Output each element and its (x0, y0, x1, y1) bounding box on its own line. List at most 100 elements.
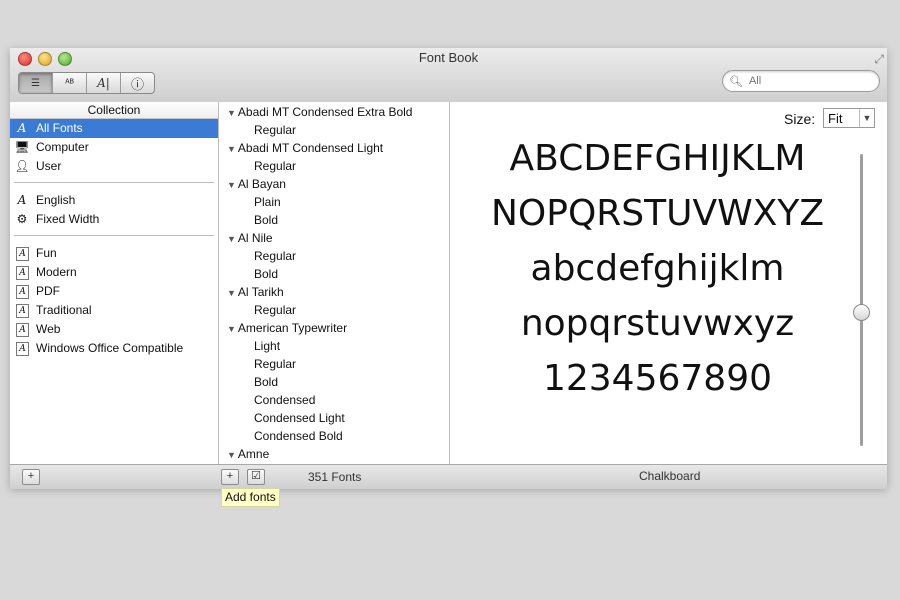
window-title: Font Book (418, 50, 479, 65)
collection-icon: A (16, 284, 29, 299)
collection-item-label: Fun (36, 246, 57, 260)
preview-line-uppercase-1: ABCDEFGHIJKLM (509, 138, 806, 179)
collection-item[interactable]: A All Fonts (10, 119, 218, 138)
font-family-label: Al Bayan (237, 177, 286, 191)
sample-view-icon[interactable]: ᴬᴮ (53, 73, 87, 93)
collection-icon: A (16, 341, 29, 356)
title-bar: Font Book ⤢ ☰ ᴬᴮ A| ⓘ 🔍︎ (10, 48, 887, 103)
collection-separator (14, 235, 214, 236)
font-face-row[interactable]: Regular (219, 121, 449, 139)
collection-item-label: Computer (36, 140, 89, 154)
collection-item[interactable]: A PDF (10, 282, 218, 301)
collection-item[interactable]: A Windows Office Compatible (10, 339, 218, 358)
chevron-down-icon: ▼ (859, 109, 874, 127)
font-face-row[interactable]: Bold (219, 373, 449, 391)
font-icon: A (17, 193, 27, 207)
search-field[interactable]: 🔍︎ (722, 70, 880, 92)
collection-item[interactable]: A English (10, 191, 218, 210)
collection-item[interactable]: 🖥︎ Computer (10, 138, 218, 157)
collection-item[interactable]: A Modern (10, 263, 218, 282)
collection-item-label: Web (36, 322, 61, 336)
font-family-row[interactable]: ▼ Amne (219, 445, 449, 463)
gear-icon: ⚙ (16, 212, 28, 226)
add-fonts-button[interactable]: + (221, 469, 239, 485)
disclosure-triangle-icon[interactable]: ▼ (227, 450, 236, 460)
collection-item-label: English (36, 193, 76, 207)
font-family-row[interactable]: ▼ Abadi MT Condensed Light (219, 139, 449, 157)
collection-item-label: Traditional (36, 303, 92, 317)
font-icon: A (17, 121, 27, 135)
font-family-label: Al Tarikh (237, 285, 284, 299)
font-family-label: Al Nile (237, 231, 273, 245)
size-slider-track[interactable] (860, 154, 863, 446)
font-face-row[interactable]: Bold (219, 265, 449, 283)
font-list: ▼ Abadi MT Condensed Extra Bold Regular ▼ Ab… (219, 102, 449, 463)
font-family-row[interactable]: ▼ American Typewriter (219, 319, 449, 337)
disclosure-triangle-icon[interactable]: ▼ (227, 324, 236, 334)
font-book-window: Font Book ⤢ ☰ ᴬᴮ A| ⓘ 🔍︎ Collection A All… (10, 48, 887, 489)
disclosure-triangle-icon[interactable]: ▼ (227, 288, 236, 298)
user-icon: 👤︎ (14, 159, 30, 173)
font-face-row[interactable]: Bold (219, 211, 449, 229)
disclosure-triangle-icon[interactable]: ▼ (227, 108, 236, 118)
add-collection-button[interactable]: + (22, 469, 40, 485)
font-face-row[interactable]: Condensed Light (219, 409, 449, 427)
font-family-row[interactable]: ▼ Al Bayan (219, 175, 449, 193)
font-face-row[interactable]: Regular (219, 157, 449, 175)
preview-line-lowercase-2: nopqrstuvwxyz (520, 303, 795, 344)
collection-item[interactable]: 👤︎ User (10, 157, 218, 176)
collection-item[interactable]: A Fun (10, 244, 218, 263)
collection-icon: A (16, 246, 29, 261)
font-face-row[interactable]: Condensed Bold (219, 427, 449, 445)
disclosure-triangle-icon[interactable]: ▼ (227, 144, 236, 154)
preview-line-lowercase-1: abcdefghijklm (530, 248, 785, 289)
font-face-row[interactable]: Light (219, 337, 449, 355)
font-family-row[interactable]: ▼ Al Nile (219, 229, 449, 247)
font-face-row[interactable]: Plain (219, 193, 449, 211)
font-family-label: Abadi MT Condensed Extra Bold (237, 105, 413, 119)
font-family-row[interactable]: ▼ Abadi MT Condensed Extra Bold (219, 103, 449, 121)
custom-view-icon[interactable]: A| (87, 73, 121, 93)
collection-list: A All Fonts 🖥︎ Computer 👤︎ User A English ⚙ Fixed… (10, 119, 218, 358)
add-fonts-tooltip: Add fonts (221, 488, 280, 507)
view-mode-segmented-control: ☰ ᴬᴮ A| ⓘ (18, 72, 155, 94)
collection-item[interactable]: A Traditional (10, 301, 218, 320)
collection-icon: A (16, 265, 29, 280)
info-view-icon[interactable]: ⓘ (121, 73, 154, 93)
font-face-row[interactable]: Regular (219, 355, 449, 373)
font-family-label: Abadi MT Condensed Light (237, 141, 384, 155)
computer-icon: 🖥︎ (14, 140, 30, 154)
font-face-row[interactable]: Regular (219, 301, 449, 319)
collection-icon: A (16, 303, 29, 318)
font-family-row[interactable]: ▼ Al Tarikh (219, 283, 449, 301)
collection-item-label: Fixed Width (36, 212, 100, 226)
collection-item-label: PDF (36, 284, 60, 298)
size-label: Size: (784, 111, 816, 127)
disclosure-triangle-icon[interactable]: ▼ (227, 180, 236, 190)
font-count: 351 Fonts (308, 470, 362, 484)
collection-icon: A (16, 322, 29, 337)
preview-pane: Size: Fit ▼ ABCDEFGHIJKLM NOPQRSTUVWXYZ … (450, 102, 887, 464)
size-select[interactable]: Fit ▼ (823, 108, 875, 128)
fullscreen-icon[interactable]: ⤢ (874, 52, 884, 67)
font-face-row[interactable]: Regular (219, 247, 449, 265)
collection-header[interactable]: Collection (10, 102, 218, 119)
collection-item[interactable]: A Web (10, 320, 218, 339)
collection-separator (14, 182, 214, 183)
size-slider-knob[interactable] (853, 304, 870, 321)
size-value: Fit (828, 110, 843, 126)
validate-fonts-button[interactable]: ☑ (247, 469, 265, 485)
search-input[interactable] (746, 74, 871, 88)
font-face-row[interactable]: Condensed (219, 391, 449, 409)
list-view-icon[interactable]: ☰ (19, 73, 53, 93)
search-icon: 🔍︎ (729, 75, 743, 88)
collection-item-label: All Fonts (36, 121, 83, 135)
bottom-bar: + + ☑ 351 Fonts Chalkboard (10, 464, 887, 489)
collection-item-label: Windows Office Compatible (36, 341, 184, 355)
disclosure-triangle-icon[interactable]: ▼ (227, 234, 236, 244)
collection-pane: Collection A All Fonts 🖥︎ Computer 👤︎ User A En… (10, 102, 219, 464)
font-family-label: American Typewriter (237, 321, 348, 335)
preview-line-uppercase-2: NOPQRSTUVWXYZ (490, 193, 825, 234)
font-list-pane: ▼ Abadi MT Condensed Extra Bold Regular ▼ Ab… (219, 102, 450, 464)
collection-item[interactable]: ⚙ Fixed Width (10, 210, 218, 229)
